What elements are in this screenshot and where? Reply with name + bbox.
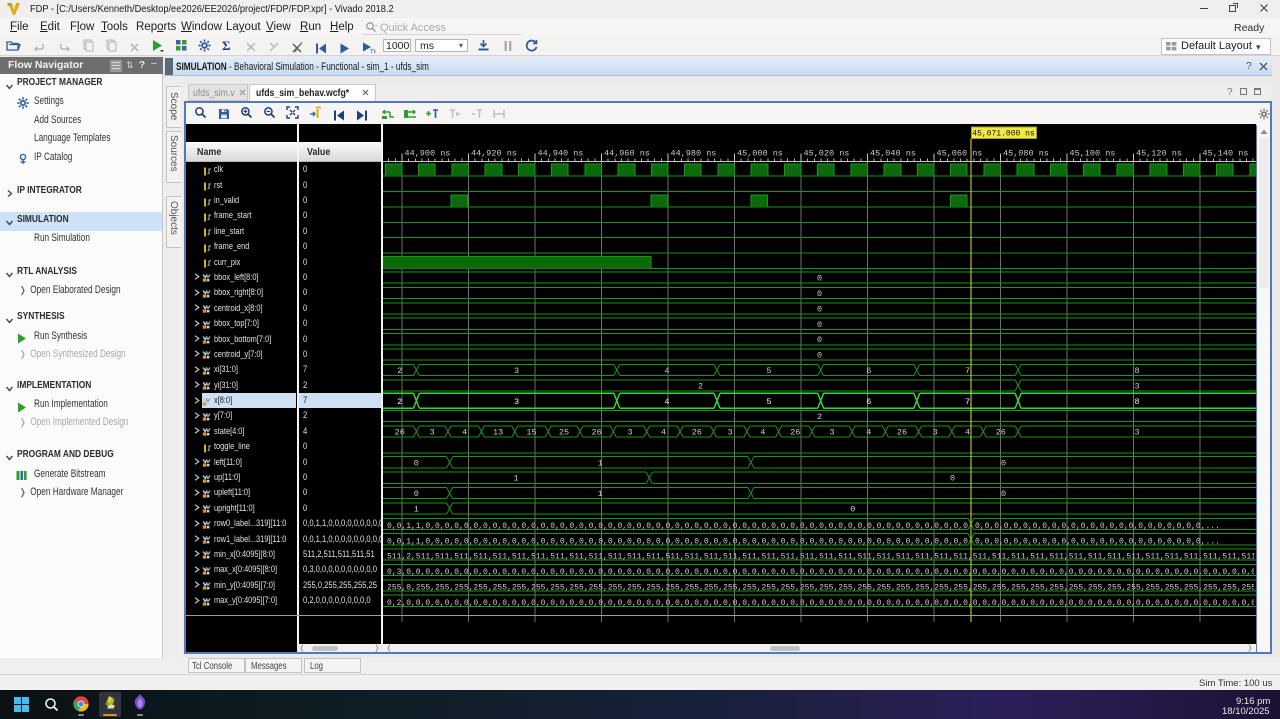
- svg-text:2: 2: [817, 412, 822, 422]
- svg-text:6: 6: [866, 397, 871, 407]
- svg-text:2: 2: [698, 381, 703, 391]
- svg-text:3: 3: [514, 397, 519, 407]
- svg-text:0: 0: [817, 274, 822, 284]
- svg-text:44,980 ns: 44,980 ns: [671, 149, 717, 159]
- svg-text:4: 4: [661, 428, 666, 438]
- svg-text:26: 26: [897, 428, 907, 438]
- svg-text:0,0,1,1,0,0,0,0,0,0,0,0,0,0,0,: 0,0,1,1,0,0,0,0,0,0,0,0,0,0,0,0,0,0,0,0,…: [387, 537, 973, 546]
- svg-text:255,0,255,255,255,255,255,255,: 255,0,255,255,255,255,255,255,255,255,25…: [387, 583, 1256, 592]
- svg-text:45,040 ns: 45,040 ns: [870, 149, 916, 159]
- svg-text:45,071.000 ns: 45,071.000 ns: [972, 130, 1035, 139]
- svg-text:44,920 ns: 44,920 ns: [471, 149, 517, 159]
- svg-text:5: 5: [766, 397, 771, 407]
- svg-text:45,000 ns: 45,000 ns: [737, 149, 783, 159]
- svg-text:0: 0: [1001, 458, 1006, 468]
- svg-text:45,060 ns: 45,060 ns: [937, 149, 983, 159]
- svg-text:2: 2: [397, 397, 402, 407]
- svg-text:25: 25: [559, 428, 569, 438]
- svg-text:4: 4: [866, 428, 871, 438]
- svg-text:0: 0: [817, 289, 822, 299]
- svg-text:4: 4: [664, 397, 669, 407]
- svg-text:0: 0: [950, 474, 955, 484]
- svg-text:0: 0: [1001, 489, 1006, 499]
- svg-text:15: 15: [526, 428, 536, 438]
- svg-text:3: 3: [430, 428, 435, 438]
- svg-text:3: 3: [830, 428, 835, 438]
- svg-text:45,020 ns: 45,020 ns: [804, 149, 850, 159]
- svg-text:26: 26: [395, 428, 405, 438]
- svg-text:5: 5: [766, 366, 771, 376]
- svg-text:26: 26: [790, 428, 800, 438]
- svg-text:44,940 ns: 44,940 ns: [538, 149, 584, 159]
- svg-text:0: 0: [414, 489, 419, 499]
- svg-text:3: 3: [1134, 428, 1139, 438]
- svg-text:7: 7: [965, 397, 970, 407]
- svg-text:3: 3: [933, 428, 938, 438]
- svg-text:TH: TH: [370, 50, 376, 55]
- svg-text:511,2,511,511,511,511,511,511,: 511,2,511,511,511,511,511,511,511,511,51…: [387, 553, 1256, 562]
- svg-text:13: 13: [493, 428, 503, 438]
- svg-text:0: 0: [850, 505, 855, 515]
- svg-text:3: 3: [1134, 381, 1139, 391]
- svg-text:7: 7: [965, 366, 970, 376]
- svg-text:1: 1: [414, 505, 419, 515]
- svg-text:0,0,0,0,0,0,0,0,0,0,0,0,0,0,0,: 0,0,0,0,0,0,0,0,0,0,0,0,0,0,0,0,0,0,0,0,…: [975, 537, 1220, 546]
- svg-text:4: 4: [965, 428, 970, 438]
- svg-text:0: 0: [817, 320, 822, 330]
- svg-text:3: 3: [728, 428, 733, 438]
- svg-text:0: 0: [817, 304, 822, 314]
- svg-text:45,080 ns: 45,080 ns: [1003, 149, 1049, 159]
- svg-text:0,0,1,1,0,0,0,0,0,0,0,0,0,0,0,: 0,0,1,1,0,0,0,0,0,0,0,0,0,0,0,0,0,0,0,0,…: [387, 522, 973, 531]
- svg-text:3: 3: [627, 428, 632, 438]
- svg-text:1: 1: [598, 458, 603, 468]
- svg-text:8: 8: [1134, 366, 1139, 376]
- svg-text:45,120 ns: 45,120 ns: [1136, 149, 1182, 159]
- svg-text:44,960 ns: 44,960 ns: [604, 149, 650, 159]
- svg-text:0,3,0,0,0,0,0,0,0,0,0,0,0,0,0,: 0,3,0,0,0,0,0,0,0,0,0,0,0,0,0,0,0,0,0,0,…: [387, 568, 1256, 577]
- svg-text:2: 2: [397, 366, 402, 376]
- svg-text:3: 3: [514, 366, 519, 376]
- svg-text:44,900 ns: 44,900 ns: [405, 149, 451, 159]
- svg-text:4: 4: [760, 428, 765, 438]
- svg-text:1: 1: [598, 489, 603, 499]
- svg-text:0: 0: [817, 351, 822, 361]
- svg-text:1: 1: [514, 474, 519, 484]
- svg-text:0: 0: [414, 458, 419, 468]
- svg-text:26: 26: [591, 428, 601, 438]
- svg-text:45,100 ns: 45,100 ns: [1070, 149, 1116, 159]
- svg-text:0,2,0,0,0,0,0,0,0,0,0,0,0,0,0,: 0,2,0,0,0,0,0,0,0,0,0,0,0,0,0,0,0,0,0,0,…: [387, 599, 1256, 608]
- svg-text:26: 26: [996, 428, 1006, 438]
- svg-text:0: 0: [817, 335, 822, 345]
- svg-text:0,0,0,0,0,0,0,0,0,0,0,0,0,0,0,: 0,0,0,0,0,0,0,0,0,0,0,0,0,0,0,0,0,0,0,0,…: [975, 522, 1220, 531]
- svg-text:26: 26: [692, 428, 702, 438]
- svg-text:6: 6: [866, 366, 871, 376]
- svg-text:4: 4: [664, 366, 669, 376]
- svg-text:45,140 ns: 45,140 ns: [1203, 149, 1249, 159]
- svg-text:8: 8: [1134, 397, 1139, 407]
- svg-text:4: 4: [462, 428, 467, 438]
